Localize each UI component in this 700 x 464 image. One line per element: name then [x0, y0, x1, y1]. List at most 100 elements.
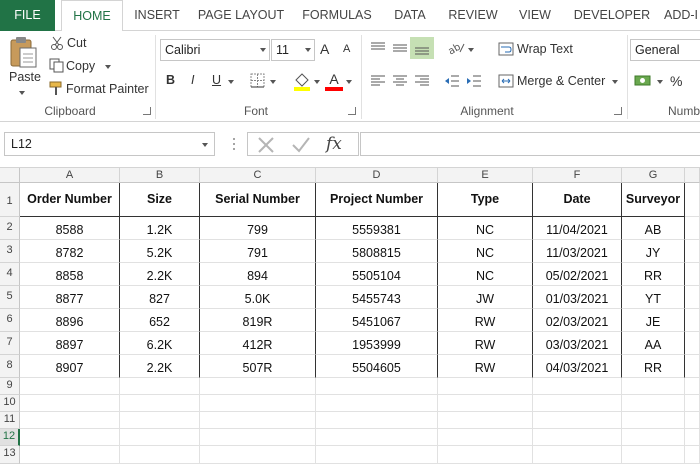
paste-dropdown-icon[interactable]	[19, 91, 25, 95]
align-right-icon[interactable]	[414, 74, 430, 91]
empty-cell[interactable]	[120, 378, 200, 395]
empty-cell[interactable]	[200, 378, 316, 395]
data-cell[interactable]: 8896	[20, 309, 120, 332]
empty-cell[interactable]	[622, 378, 685, 395]
empty-cell[interactable]	[685, 183, 700, 217]
data-cell[interactable]: RW	[438, 309, 533, 332]
data-cell[interactable]: 8907	[20, 355, 120, 378]
empty-cell[interactable]	[622, 412, 685, 429]
data-cell[interactable]: 8782	[20, 240, 120, 263]
row-header-6[interactable]: 6	[0, 309, 20, 332]
clipboard-dialog-launcher-icon[interactable]	[143, 107, 151, 115]
empty-cell[interactable]	[200, 412, 316, 429]
data-cell[interactable]: 5559381	[316, 217, 438, 240]
empty-cell[interactable]	[438, 378, 533, 395]
data-cell[interactable]: AA	[622, 332, 685, 355]
empty-cell[interactable]	[622, 446, 685, 464]
empty-cell[interactable]	[622, 395, 685, 412]
empty-cell[interactable]	[685, 395, 700, 412]
header-cell[interactable]: Order Number	[20, 183, 120, 217]
formula-input[interactable]	[360, 132, 700, 156]
empty-cell[interactable]	[316, 378, 438, 395]
data-cell[interactable]: 8858	[20, 263, 120, 286]
fill-color-dropdown-icon[interactable]	[314, 80, 320, 84]
data-cell[interactable]: 1953999	[316, 332, 438, 355]
copy-dropdown-icon[interactable]	[105, 65, 111, 69]
empty-cell[interactable]	[316, 429, 438, 446]
accounting-format-icon[interactable]	[634, 73, 654, 92]
empty-cell[interactable]	[316, 412, 438, 429]
data-cell[interactable]: NC	[438, 217, 533, 240]
empty-cell[interactable]	[533, 378, 622, 395]
row-header-8[interactable]: 8	[0, 355, 20, 378]
column-header-b[interactable]: B	[120, 168, 200, 183]
empty-cell[interactable]	[685, 240, 700, 263]
data-cell[interactable]: 11/04/2021	[533, 217, 622, 240]
empty-cell[interactable]	[200, 429, 316, 446]
header-cell[interactable]: Date	[533, 183, 622, 217]
data-cell[interactable]: NC	[438, 263, 533, 286]
data-cell[interactable]: 05/02/2021	[533, 263, 622, 286]
tab-data[interactable]: DATA	[386, 0, 434, 31]
data-cell[interactable]: RW	[438, 332, 533, 355]
align-center-icon[interactable]	[392, 74, 408, 91]
empty-cell[interactable]	[685, 378, 700, 395]
empty-cell[interactable]	[120, 395, 200, 412]
data-cell[interactable]: 2.2K	[120, 355, 200, 378]
data-cell[interactable]: 8897	[20, 332, 120, 355]
paste-button[interactable]	[8, 35, 38, 72]
data-cell[interactable]: 6.2K	[120, 332, 200, 355]
data-cell[interactable]: 1.2K	[120, 217, 200, 240]
data-cell[interactable]: 5808815	[316, 240, 438, 263]
empty-cell[interactable]	[533, 446, 622, 464]
empty-cell[interactable]	[533, 429, 622, 446]
row-header-7[interactable]: 7	[0, 332, 20, 355]
data-cell[interactable]: RW	[438, 355, 533, 378]
empty-cell[interactable]	[685, 429, 700, 446]
empty-cell[interactable]	[685, 355, 700, 378]
paste-label[interactable]: Paste	[9, 70, 41, 84]
align-top-icon[interactable]	[370, 41, 386, 58]
empty-cell[interactable]	[20, 446, 120, 464]
data-cell[interactable]: 8877	[20, 286, 120, 309]
empty-cell[interactable]	[20, 395, 120, 412]
tab-review[interactable]: REVIEW	[444, 0, 502, 31]
data-cell[interactable]: 11/03/2021	[533, 240, 622, 263]
number-format-combo[interactable]: General	[630, 39, 700, 61]
accounting-format-dropdown-icon[interactable]	[657, 80, 663, 84]
increase-indent-icon[interactable]	[466, 74, 482, 91]
column-header-a[interactable]: A	[20, 168, 120, 183]
data-cell[interactable]: YT	[622, 286, 685, 309]
empty-cell[interactable]	[200, 446, 316, 464]
cancel-entry-icon[interactable]	[256, 135, 276, 158]
confirm-entry-icon[interactable]	[290, 135, 312, 158]
data-cell[interactable]: 5.2K	[120, 240, 200, 263]
column-header-h[interactable]	[685, 168, 700, 183]
column-header-c[interactable]: C	[200, 168, 316, 183]
tab-insert[interactable]: INSERT	[128, 0, 186, 31]
data-cell[interactable]: 5451067	[316, 309, 438, 332]
empty-cell[interactable]	[316, 446, 438, 464]
data-cell[interactable]: 02/03/2021	[533, 309, 622, 332]
empty-cell[interactable]	[685, 412, 700, 429]
header-cell[interactable]: Type	[438, 183, 533, 217]
grow-font-button[interactable]: A	[320, 41, 329, 57]
data-cell[interactable]: 2.2K	[120, 263, 200, 286]
font-name-combo[interactable]: Calibri	[160, 39, 270, 61]
cut-button[interactable]: Cut	[67, 36, 86, 50]
font-name-dropdown-icon[interactable]	[260, 48, 266, 52]
data-cell[interactable]: 799	[200, 217, 316, 240]
column-header-e[interactable]: E	[438, 168, 533, 183]
empty-cell[interactable]	[20, 412, 120, 429]
data-cell[interactable]: 819R	[200, 309, 316, 332]
format-painter-button[interactable]: Format Painter	[66, 82, 149, 96]
header-cell[interactable]: Size	[120, 183, 200, 217]
merge-center-button[interactable]: Merge & Center	[517, 74, 605, 88]
data-cell[interactable]: 5.0K	[200, 286, 316, 309]
empty-cell[interactable]	[622, 429, 685, 446]
name-box[interactable]: L12	[4, 132, 215, 156]
data-cell[interactable]: NC	[438, 240, 533, 263]
data-cell[interactable]: JY	[622, 240, 685, 263]
italic-button[interactable]: I	[191, 73, 194, 87]
data-cell[interactable]: 791	[200, 240, 316, 263]
